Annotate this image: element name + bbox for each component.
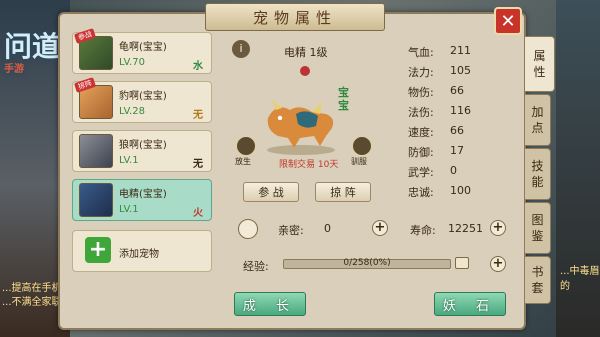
- lock-icon[interactable]: [455, 257, 469, 269]
- stat-row: 武学: 0: [408, 164, 512, 180]
- pet-element: 水: [193, 61, 203, 72]
- stat-row: 忠诚: 100: [408, 184, 512, 200]
- add-pet-button[interactable]: + 添加宠物: [72, 230, 212, 272]
- tame-label: 驯服: [351, 157, 367, 166]
- grow-button-label: 成 长: [242, 298, 298, 314]
- close-icon: ✕: [500, 10, 516, 32]
- rank-icon: [300, 66, 310, 76]
- stat-value: 105: [450, 64, 471, 77]
- stat-label: 速度:: [408, 126, 434, 139]
- tab-skills[interactable]: 技 能: [525, 148, 551, 200]
- stat-row: 速度: 66: [408, 124, 512, 140]
- pet-list-item[interactable]: 狼啊(宝宝) LV.1 无: [72, 130, 212, 172]
- stat-value: 100: [450, 184, 471, 197]
- tame-icon[interactable]: [352, 136, 372, 156]
- pet-level: LV.28: [119, 106, 145, 117]
- pet-element: 无: [193, 110, 203, 121]
- stat-row: 法力: 105: [408, 64, 512, 80]
- wolf-avatar-icon: [79, 134, 113, 168]
- stat-label: 武学:: [408, 166, 434, 179]
- grow-button[interactable]: 成 长: [234, 292, 306, 316]
- info-icon[interactable]: i: [232, 40, 250, 58]
- window-title: 宠物属性: [205, 3, 385, 31]
- stat-value: 17: [450, 144, 464, 157]
- pet-name: 龟啊(宝宝): [119, 42, 167, 53]
- pet-element: 火: [193, 208, 203, 219]
- fight-button-label: 参 战: [258, 186, 284, 199]
- pet-model-image: [267, 100, 335, 155]
- add-pet-label: 添加宠物: [119, 249, 159, 260]
- stat-value: 211: [450, 44, 471, 57]
- intimacy-plus-button[interactable]: +: [372, 220, 388, 236]
- background-right-text: ...中毒眉的: [560, 266, 600, 292]
- stat-label: 法力:: [408, 66, 434, 79]
- stat-row: 法伤: 116: [408, 104, 512, 120]
- game-logo: 问道 手游: [4, 30, 66, 130]
- experience-label: 经验:: [243, 260, 269, 273]
- logo-sub-text: 手游: [4, 64, 24, 75]
- pet-level: LV.1: [119, 204, 139, 215]
- pet-name: 豹啊(宝宝): [119, 91, 167, 102]
- logo-text: 问道: [4, 30, 61, 63]
- stat-value: 0: [450, 164, 457, 177]
- release-label: 放生: [235, 157, 251, 166]
- trade-restriction-note: 限制交易 10天: [279, 160, 339, 170]
- pet-level: LV.70: [119, 57, 145, 68]
- pet-list: 参战 龟啊(宝宝) LV.70 水 掠阵 豹啊(宝宝) LV.28 无 狼啊(宝…: [72, 28, 217, 288]
- pet-name: 电精(宝宝): [119, 189, 167, 200]
- fight-button[interactable]: 参 战: [243, 182, 299, 202]
- release-icon[interactable]: [236, 136, 256, 156]
- assist-button-label: 掠 阵: [330, 186, 356, 199]
- tab-book-set[interactable]: 书 套: [525, 256, 551, 304]
- demon-stone-button-label: 妖 石: [442, 298, 498, 314]
- pet-detail-title: 电精 1级: [284, 46, 328, 59]
- experience-plus-button[interactable]: +: [490, 256, 506, 272]
- experience-value: 0/258(0%): [343, 258, 391, 268]
- lifespan-plus-button[interactable]: +: [490, 220, 506, 236]
- tab-attributes[interactable]: 属 性: [525, 36, 555, 92]
- pet-list-item[interactable]: 参战 龟啊(宝宝) LV.70 水: [72, 28, 212, 74]
- pet-list-item-selected[interactable]: 电精(宝宝) LV.1 火: [72, 179, 212, 221]
- stat-label: 防御:: [408, 146, 434, 159]
- demon-stone-button[interactable]: 妖 石: [434, 292, 506, 316]
- stat-label: 忠诚:: [408, 186, 434, 199]
- tab-points[interactable]: 加 点: [525, 94, 551, 146]
- electric-spirit-avatar-icon: [79, 183, 113, 217]
- stat-value: 66: [450, 124, 464, 137]
- pet-level: LV.1: [119, 155, 139, 166]
- close-button[interactable]: ✕: [494, 7, 522, 35]
- pet-name: 狼啊(宝宝): [119, 140, 167, 151]
- stat-value: 116: [450, 104, 471, 117]
- lifespan-value: 12251: [448, 222, 483, 235]
- stat-row: 物伤: 66: [408, 84, 512, 100]
- stat-label: 气血:: [408, 46, 434, 59]
- stat-label: 物伤:: [408, 86, 434, 99]
- assist-button[interactable]: 掠 阵: [315, 182, 371, 202]
- pet-list-item[interactable]: 掠阵 豹啊(宝宝) LV.28 无: [72, 77, 212, 123]
- pet-element: 无: [193, 159, 203, 170]
- window-title-text: 宠物属性: [252, 8, 337, 27]
- tab-codex[interactable]: 图 鉴: [525, 202, 551, 254]
- intimacy-icon: [238, 219, 258, 239]
- stat-row: 气血: 211: [408, 44, 512, 60]
- stat-label: 法伤:: [408, 106, 434, 119]
- stat-value: 66: [450, 84, 464, 97]
- intimacy-label: 亲密:: [278, 224, 304, 237]
- plus-icon: +: [85, 237, 111, 263]
- stat-row: 防御: 17: [408, 144, 512, 160]
- intimacy-value: 0: [324, 222, 331, 235]
- lifespan-label: 寿命:: [410, 224, 436, 237]
